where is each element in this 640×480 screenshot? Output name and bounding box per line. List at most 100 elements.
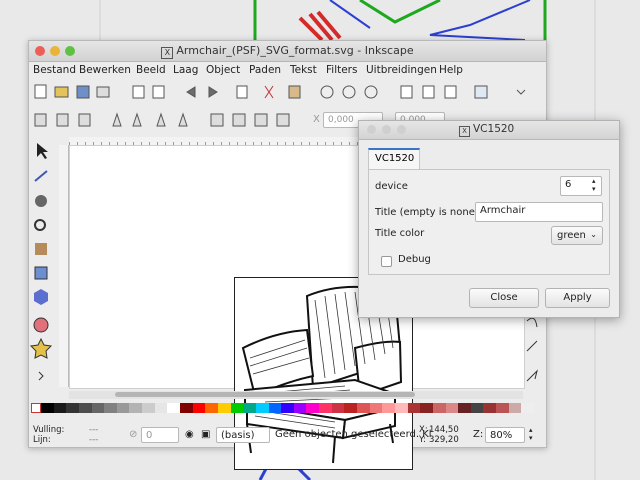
- import-icon: [132, 85, 145, 99]
- menu-bewerken[interactable]: Bewerken: [79, 64, 131, 76]
- device-stepper-arrows-icon[interactable]: ▴ ▾: [592, 177, 596, 193]
- apply-button[interactable]: Apply: [545, 288, 610, 308]
- title-color-value: green: [557, 230, 586, 241]
- zoom-stepper-icon[interactable]: ▴ ▾: [529, 426, 533, 442]
- horizontal-scroll-thumb[interactable]: [115, 392, 415, 397]
- toolbox-icons: [29, 143, 53, 381]
- cursor-y: 329,20: [429, 435, 459, 445]
- layer-lock-icon[interactable]: ▣: [201, 429, 210, 440]
- statusbar: Vulling: Lijn: --- --- ⊘ 0 ◉ ▣ (basis) G…: [29, 425, 546, 447]
- window-title-text: Armchair_(PSF)_SVG_format.svg - Inkscape: [176, 44, 414, 57]
- raise-icon: [232, 113, 246, 127]
- menu-filters[interactable]: Filters: [326, 64, 357, 76]
- vertical-ruler: [59, 145, 69, 387]
- tweak-tool-icon: [35, 195, 47, 207]
- lower-icon: [254, 113, 268, 127]
- menu-tekst[interactable]: Tekst: [290, 64, 317, 76]
- snap-line-icon: [526, 340, 538, 352]
- chevron-down-icon: [516, 89, 526, 95]
- fill-label: Vulling:: [33, 425, 65, 435]
- export-icon: [152, 85, 165, 99]
- chevron-down-icon: ⌄: [590, 230, 597, 239]
- x11-icon: X: [459, 126, 470, 137]
- cursor-x: 144,50: [429, 425, 459, 435]
- unlink-clone-icon: [444, 85, 457, 99]
- title-input[interactable]: Armchair: [475, 202, 603, 222]
- title-label: Title (empty is none): [375, 207, 479, 218]
- menu-laag[interactable]: Laag: [173, 64, 198, 76]
- dialog-options-frame: device 6 ▴ ▾ Title (empty is none) Armcha…: [368, 169, 610, 275]
- color-palette[interactable]: [31, 403, 534, 413]
- layer-visibility-icon[interactable]: ◉: [185, 429, 194, 440]
- opacity-input[interactable]: 0: [141, 427, 179, 443]
- new-document-icon: [34, 84, 47, 99]
- menu-beeld[interactable]: Beeld: [136, 64, 166, 76]
- raise-to-top-icon: [210, 113, 224, 127]
- status-message: Geen objecten geselecteerd. Kl: [275, 429, 432, 440]
- dialog-zoom-button[interactable]: [397, 125, 406, 134]
- tab-vc1520[interactable]: VC1520: [368, 148, 420, 170]
- select-all-icon: [34, 113, 47, 127]
- x11-icon: X: [161, 47, 174, 59]
- rotate-cw-icon: [132, 112, 142, 127]
- dialog-close-button[interactable]: [367, 125, 376, 134]
- menu-paden[interactable]: Paden: [249, 64, 281, 76]
- vc1520-dialog: X VC1520 VC1520 device 6 ▴ ▾ Title (empty …: [358, 120, 620, 318]
- title-color-select[interactable]: green ⌄: [551, 226, 603, 245]
- window-title: X Armchair_(PSF)_SVG_format.svg - Inkscap…: [29, 44, 546, 59]
- menu-bestand[interactable]: Bestand: [33, 64, 76, 76]
- ellipse-tool-icon: [33, 317, 49, 333]
- zoom-selection-icon: [320, 85, 334, 99]
- close-button[interactable]: Close: [469, 288, 539, 308]
- debug-label: Debug: [398, 254, 431, 265]
- flip-vertical-icon: [178, 112, 188, 127]
- dialog-minimize-button[interactable]: [382, 125, 391, 134]
- rotate-ccw-icon: [112, 112, 122, 127]
- commands-toolbar: [29, 82, 546, 102]
- select-all-layers-icon: [56, 113, 69, 127]
- node-tool-icon: [34, 170, 48, 182]
- debug-checkbox[interactable]: [381, 256, 392, 267]
- zoom-page-icon: [364, 85, 378, 99]
- zoom-input[interactable]: 80%: [485, 427, 525, 443]
- fill-value: ---: [89, 425, 99, 435]
- stroke-value: ---: [89, 435, 99, 445]
- lower-to-bottom-icon: [276, 113, 290, 127]
- menu-object[interactable]: Object: [206, 64, 240, 76]
- snap-curve-icon: [526, 317, 538, 328]
- dialog-titlebar[interactable]: X VC1520: [359, 121, 619, 140]
- zoom-tool-icon: [34, 219, 46, 231]
- cursor-y-label: Y:: [419, 435, 426, 445]
- more-tools-chevron-icon: [38, 371, 44, 381]
- snap-angle-icon: [526, 369, 538, 382]
- device-label: device: [375, 181, 408, 192]
- save-icon: [76, 85, 90, 99]
- menu-help[interactable]: Help: [439, 64, 463, 76]
- star-tool-icon: [29, 337, 53, 359]
- tool-controls-icons: [34, 112, 290, 127]
- zoom-drawing-icon: [342, 85, 356, 99]
- redo-icon: [208, 86, 218, 98]
- undo-icon: [186, 86, 196, 98]
- layer-select[interactable]: (basis): [216, 427, 270, 443]
- zoom-label: Z:: [473, 429, 484, 440]
- paste-icon: [288, 85, 301, 99]
- cursor-x-label: X:: [419, 425, 428, 435]
- menu-uitbreidingen[interactable]: Uitbreidingen: [366, 64, 437, 76]
- opacity-icon: ⊘: [129, 429, 138, 440]
- xml-editor-icon: [474, 85, 488, 99]
- cut-icon: [264, 85, 274, 99]
- no-paint-swatch[interactable]: [31, 403, 41, 413]
- print-icon: [96, 86, 110, 98]
- flip-horizontal-icon: [156, 112, 166, 127]
- toolbox: [29, 139, 55, 391]
- deselect-icon: [78, 113, 91, 127]
- dialog-title: X VC1520: [459, 123, 514, 137]
- window-titlebar[interactable]: X Armchair_(PSF)_SVG_format.svg - Inkscap…: [29, 41, 546, 62]
- rectangle-tool-icon: [34, 266, 48, 280]
- measure-tool-icon: [35, 243, 47, 255]
- dialog-title-text: VC1520: [473, 123, 515, 135]
- commands-toolbar-icons: [34, 84, 526, 99]
- clone-icon: [422, 85, 435, 99]
- box3d-tool-icon: [34, 289, 48, 305]
